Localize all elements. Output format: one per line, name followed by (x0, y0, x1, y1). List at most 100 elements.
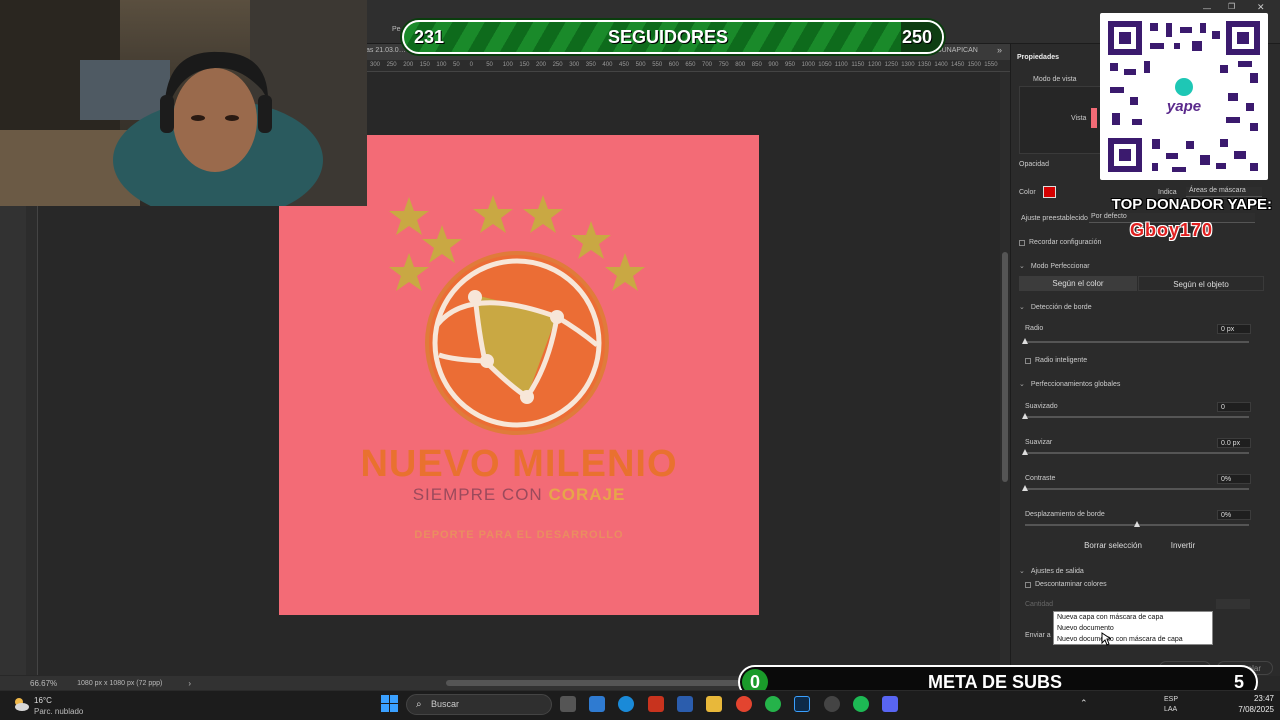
star-icon (389, 253, 429, 291)
refine-mode-header[interactable]: Modo Perfeccionar (1019, 262, 1090, 270)
feather-label: Suavizar (1025, 439, 1053, 446)
scrollbar-thumb[interactable] (1002, 252, 1008, 482)
contrast-slider[interactable] (1022, 485, 1249, 491)
ruler-tick-label: 650 (685, 62, 696, 68)
ruler-tick-label: 1350 (917, 62, 932, 68)
slider-knob[interactable] (1022, 413, 1028, 419)
invert-button[interactable]: Invertir (1159, 539, 1207, 553)
vertical-scrollbar[interactable] (1000, 72, 1010, 676)
obs-icon[interactable] (824, 696, 840, 712)
send-to-label: Enviar a (1025, 632, 1051, 639)
smooth-input[interactable]: 0 (1217, 402, 1251, 412)
ruler-tick-label: 150 (419, 62, 430, 68)
close-icon[interactable]: ✕ (1257, 2, 1265, 13)
start-button[interactable] (381, 695, 399, 713)
whatsapp-icon[interactable] (765, 696, 781, 712)
logo-title: NUEVO MILENIO (360, 443, 678, 485)
star-icon (605, 253, 645, 291)
photoshop-icon[interactable] (794, 696, 810, 712)
menu-stub[interactable]: Pe (392, 26, 401, 33)
color-swatch[interactable] (1043, 186, 1056, 198)
lang-primary[interactable]: ESP (1164, 696, 1178, 703)
edge-detection-header[interactable]: Detección de borde (1019, 303, 1092, 311)
remember-checkbox[interactable] (1019, 240, 1025, 246)
spotify-icon[interactable] (853, 696, 869, 712)
chevron-up-icon[interactable]: ⌃ (1080, 698, 1088, 709)
weather-condition: Parc. nublado (34, 707, 84, 716)
slider-knob[interactable] (1022, 485, 1028, 491)
contrast-input[interactable]: 0% (1217, 474, 1251, 484)
document-canvas[interactable]: NUEVO MILENIO SIEMPRE CON CORAJE DEPORTE… (279, 135, 759, 615)
status-arrow-icon[interactable]: › (188, 679, 191, 688)
ruler-tick-label: 200 (536, 62, 547, 68)
ruler-tick-label: 1300 (901, 62, 915, 68)
file-explorer-icon[interactable] (706, 696, 722, 712)
ruler-tick-label: 400 (602, 62, 613, 68)
restore-icon[interactable]: ❐ (1228, 2, 1235, 11)
logo-subtitle-highlight: CORAJE (548, 485, 626, 504)
ruler-tick-label: 1050 (818, 62, 832, 68)
taskbar-search[interactable]: ⌕ Buscar (406, 694, 552, 715)
store-icon[interactable] (589, 696, 605, 712)
qr-code-icon: yape (1108, 21, 1260, 172)
panel-collapse-icon[interactable]: » (997, 45, 1002, 55)
decontaminate-label: Descontaminar colores (1035, 581, 1107, 588)
feather-input[interactable]: 0.0 px (1217, 438, 1251, 448)
lang-secondary[interactable]: LAA (1164, 706, 1177, 713)
chrome-icon[interactable] (736, 696, 752, 712)
ruler-tick-label: 800 (735, 62, 746, 68)
star-icon (523, 195, 563, 233)
amount-label: Cantidad (1025, 601, 1054, 608)
refine-by-object-button[interactable]: Según el objeto (1138, 276, 1264, 291)
shift-edge-input[interactable]: 0% (1217, 510, 1251, 520)
clock-time: 23:47 (1253, 694, 1274, 703)
radius-input[interactable]: 0 px (1217, 324, 1251, 334)
smooth-label: Suavizado (1025, 403, 1058, 410)
ruler-tick-label: 50 (453, 62, 460, 68)
decontaminate-checkbox[interactable] (1025, 582, 1031, 588)
ruler-tick-label: 450 (619, 62, 630, 68)
ruler-tick-label: 1500 (967, 62, 981, 68)
ruler-tick-label: 1550 (984, 62, 998, 68)
refine-by-color-button[interactable]: Según el color (1019, 276, 1137, 291)
word-icon[interactable] (677, 696, 693, 712)
ruler-tick-label: 850 (751, 62, 762, 68)
view-swatch[interactable] (1091, 108, 1097, 128)
feather-slider[interactable] (1022, 449, 1249, 455)
powerpoint-icon[interactable] (648, 696, 664, 712)
minimize-icon[interactable]: — (1203, 4, 1211, 13)
star-icon (422, 225, 462, 263)
smart-radius-checkbox[interactable] (1025, 358, 1031, 364)
menu-item-new-layer-mask[interactable]: Nueva capa con máscara de capa (1054, 612, 1212, 623)
slider-knob[interactable] (1022, 449, 1028, 455)
followers-goal-bar: 231 SEGUIDORES 250 (402, 20, 944, 54)
ruler-tick-label: 950 (785, 62, 796, 68)
output-settings-header[interactable]: Ajustes de salida (1019, 567, 1084, 575)
weather-widget[interactable]: 16°C Parc. nublado (12, 694, 102, 718)
ruler-tick-label: 250 (552, 62, 563, 68)
amount-input[interactable] (1216, 599, 1250, 609)
ruler-tick-label: 150 (519, 62, 530, 68)
ruler-tick-label: 900 (768, 62, 779, 68)
zoom-level[interactable]: 66.67% (30, 679, 57, 688)
horizontal-scrollbar[interactable] (446, 680, 746, 686)
radius-slider[interactable] (1022, 338, 1249, 344)
document-tab[interactable]: as 21.03.0… (366, 47, 406, 54)
menu-item-new-document[interactable]: Nuevo documento (1054, 623, 1212, 634)
remember-label: Recordar configuración (1029, 239, 1102, 246)
global-refinements-header[interactable]: Perfeccionamientos globales (1019, 380, 1121, 388)
menu-item-new-document-mask[interactable]: Nuevo documento con máscara de capa (1054, 634, 1212, 645)
edge-icon[interactable] (618, 696, 634, 712)
tab-properties[interactable]: Propiedades (1017, 54, 1059, 61)
slider-knob[interactable] (1022, 338, 1028, 344)
clear-selection-button[interactable]: Borrar selección (1077, 539, 1149, 553)
shift-edge-slider[interactable] (1025, 521, 1249, 527)
yape-qr-code: yape (1100, 13, 1268, 180)
ruler-tick-label: 1450 (951, 62, 965, 68)
task-view-icon[interactable] (560, 696, 576, 712)
clock[interactable]: 23:47 7/08/2025 (1228, 693, 1274, 715)
discord-icon[interactable] (882, 696, 898, 712)
slider-knob[interactable] (1134, 521, 1140, 527)
smooth-slider[interactable] (1022, 413, 1249, 419)
color-label: Color (1019, 189, 1036, 196)
